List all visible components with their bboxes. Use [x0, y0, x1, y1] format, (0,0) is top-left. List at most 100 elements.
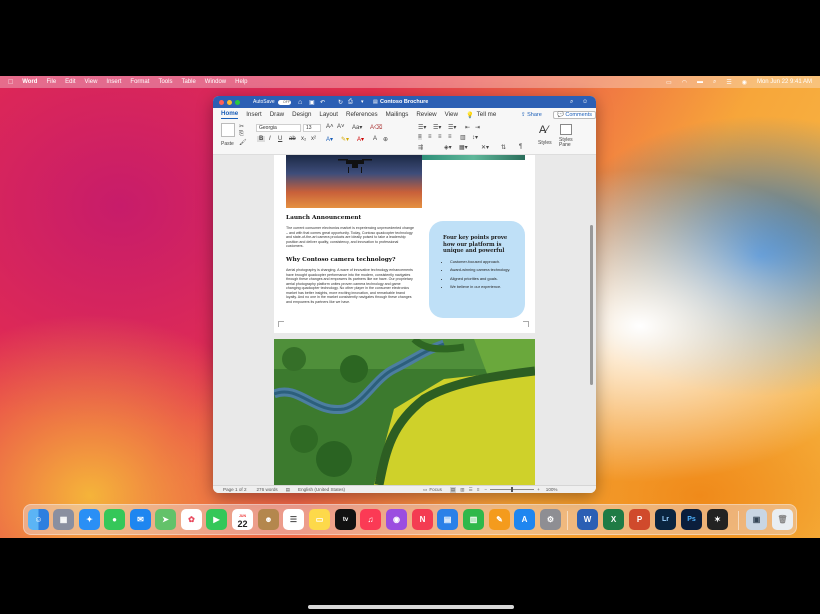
- numbering-icon[interactable]: ☰▾: [433, 124, 441, 131]
- bullets-icon[interactable]: ☰▾: [418, 124, 426, 131]
- app-store-icon[interactable]: A: [514, 509, 535, 530]
- minimize-button[interactable]: [227, 99, 232, 105]
- zoom-slider[interactable]: [490, 487, 535, 492]
- news-icon[interactable]: N: [412, 509, 433, 530]
- menu-format[interactable]: Format: [130, 79, 149, 85]
- menu-view[interactable]: View: [85, 79, 98, 85]
- system-preferences-icon[interactable]: ⚙: [540, 509, 561, 530]
- preview-icon[interactable]: ▣: [746, 509, 767, 530]
- asian-layout-icon[interactable]: ✕▾: [481, 144, 489, 151]
- tab-insert[interactable]: Insert: [246, 111, 261, 118]
- focus-icon[interactable]: ▭: [423, 487, 427, 493]
- format-painter-icon[interactable]: 🖌: [239, 139, 247, 146]
- print-icon[interactable]: ⎙: [348, 99, 353, 106]
- notes-icon[interactable]: ▭: [309, 509, 330, 530]
- excel-icon[interactable]: X: [603, 509, 624, 530]
- tab-design[interactable]: Design: [292, 111, 311, 118]
- character-shading-icon[interactable]: A: [373, 136, 377, 142]
- line-spacing-icon[interactable]: ↕▾: [472, 134, 478, 141]
- menu-edit[interactable]: Edit: [65, 79, 75, 85]
- page-2[interactable]: [274, 339, 535, 485]
- tell-me-input[interactable]: Tell me: [477, 111, 497, 118]
- font-name-select[interactable]: Georgia: [256, 124, 301, 132]
- safari-icon[interactable]: ✦: [79, 509, 100, 530]
- bold-button[interactable]: B: [257, 136, 266, 142]
- zoom-button[interactable]: [235, 99, 240, 105]
- save-icon[interactable]: ▣: [309, 99, 315, 106]
- superscript-button[interactable]: x²: [311, 136, 316, 142]
- highlight-icon[interactable]: ✎▾: [341, 136, 349, 143]
- zoom-in-icon[interactable]: +: [537, 487, 540, 492]
- siri-icon[interactable]: ◉: [742, 79, 747, 86]
- close-button[interactable]: [219, 99, 224, 105]
- proofing-icon[interactable]: ▤: [286, 487, 290, 493]
- sort-icon[interactable]: ⇅: [501, 144, 506, 151]
- photoshop-icon[interactable]: Ps: [681, 509, 702, 530]
- underline-button[interactable]: U: [278, 136, 282, 142]
- messages-icon[interactable]: ●: [104, 509, 125, 530]
- menu-table[interactable]: Table: [181, 79, 195, 85]
- word-icon[interactable]: W: [577, 509, 598, 530]
- menu-help[interactable]: Help: [235, 79, 247, 85]
- styles-icon[interactable]: A⁄: [539, 124, 548, 136]
- tab-view[interactable]: View: [445, 111, 458, 118]
- page-1[interactable]: Launch Announcement The current consumer…: [274, 155, 535, 333]
- zoom-out-icon[interactable]: −: [484, 487, 487, 492]
- apple-menu-icon[interactable]: : [8, 79, 13, 86]
- zoom-slider-thumb[interactable]: [511, 487, 514, 492]
- menu-file[interactable]: File: [46, 79, 56, 85]
- clear-format-icon[interactable]: A⌫: [370, 124, 383, 131]
- music-icon[interactable]: ♫: [360, 509, 381, 530]
- tab-references[interactable]: References: [346, 111, 378, 118]
- trash-icon[interactable]: 🗑: [772, 509, 793, 530]
- change-case-icon[interactable]: Aa▾: [352, 124, 362, 131]
- show-marks-icon[interactable]: ¶: [519, 144, 522, 150]
- align-right-icon[interactable]: ≡: [438, 134, 442, 140]
- focus-button[interactable]: Focus: [429, 487, 442, 492]
- shading-icon[interactable]: ◈▾: [444, 144, 452, 151]
- multilevel-list-icon[interactable]: ☰▾: [448, 124, 456, 131]
- finder-icon[interactable]: ☺: [28, 509, 49, 530]
- powerpoint-icon[interactable]: P: [629, 509, 650, 530]
- wifi-icon[interactable]: ◠: [682, 79, 687, 86]
- tab-draw[interactable]: Draw: [270, 111, 284, 118]
- tab-layout[interactable]: Layout: [319, 111, 338, 118]
- tab-mailings[interactable]: Mailings: [386, 111, 409, 118]
- enclose-character-icon[interactable]: ⊕: [383, 136, 388, 143]
- page-count[interactable]: Page 1 of 2: [223, 487, 247, 492]
- menu-app-name[interactable]: Word: [22, 79, 37, 85]
- comments-button[interactable]: 💬 Comments: [553, 110, 596, 119]
- cut-icon[interactable]: ✂: [239, 123, 244, 130]
- battery-icon[interactable]: ▬: [697, 79, 703, 85]
- draft-icon[interactable]: ≡: [477, 487, 480, 492]
- menu-tools[interactable]: Tools: [158, 79, 172, 85]
- borders-icon[interactable]: ▦▾: [459, 144, 468, 151]
- print-layout-icon[interactable]: ▤: [449, 486, 457, 493]
- shrink-font-icon[interactable]: A˅: [337, 124, 345, 130]
- home-icon[interactable]: ⌂: [298, 99, 302, 106]
- outline-icon[interactable]: ☰: [469, 487, 473, 493]
- tab-review[interactable]: Review: [416, 111, 436, 118]
- align-left-icon[interactable]: ≡: [418, 134, 422, 140]
- word-count[interactable]: 276 words: [257, 487, 278, 492]
- styles-pane-icon[interactable]: [560, 124, 572, 135]
- search-icon[interactable]: ⌕: [570, 99, 573, 106]
- justify-icon[interactable]: ≡: [448, 134, 452, 140]
- reminders-icon[interactable]: ☰: [283, 509, 304, 530]
- tv-icon[interactable]: tv: [335, 509, 356, 530]
- ltr-icon[interactable]: ⇶: [418, 144, 423, 151]
- copy-icon[interactable]: ⎘: [239, 131, 244, 138]
- mail-icon[interactable]: ✉: [130, 509, 151, 530]
- menu-clock[interactable]: Mon Jun 22 9:41 AM: [757, 79, 812, 85]
- web-layout-icon[interactable]: ▥: [460, 487, 464, 493]
- keynote-icon[interactable]: ▤: [437, 509, 458, 530]
- final-cut-icon[interactable]: ✶: [707, 509, 728, 530]
- airplay-icon[interactable]: ▭: [666, 79, 672, 86]
- calendar-icon[interactable]: JUN 22: [232, 509, 253, 530]
- menu-insert[interactable]: Insert: [106, 79, 121, 85]
- grow-font-icon[interactable]: A˄: [326, 124, 334, 130]
- tab-home[interactable]: Home: [221, 110, 239, 119]
- font-size-select[interactable]: 13: [303, 124, 321, 132]
- font-color-icon[interactable]: A▾: [357, 136, 364, 143]
- paste-icon[interactable]: [221, 123, 235, 137]
